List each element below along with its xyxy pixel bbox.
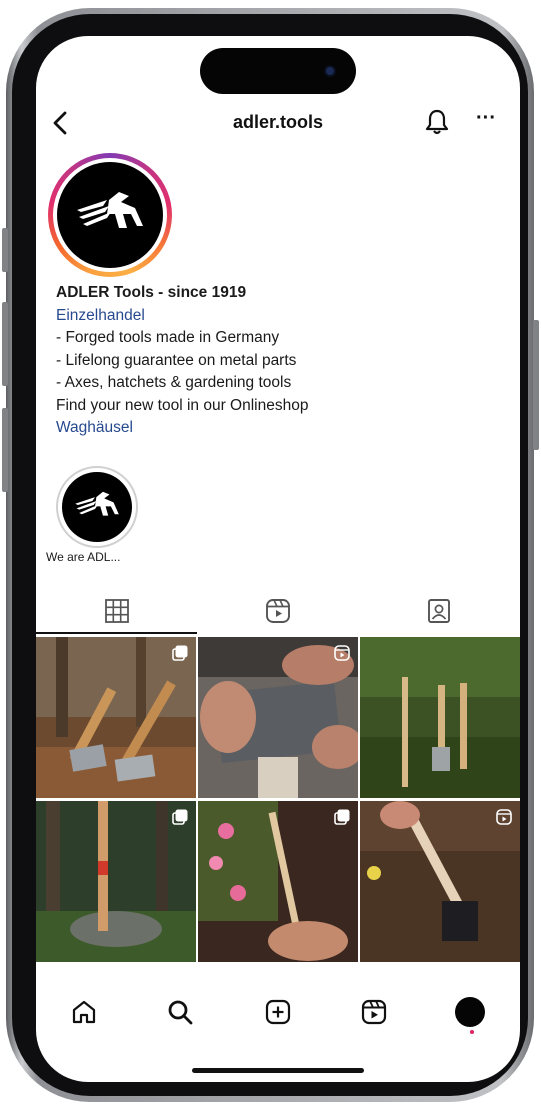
story-ring[interactable]	[48, 153, 172, 277]
post-tile[interactable]	[198, 637, 358, 798]
carousel-icon	[172, 645, 188, 661]
bio-line: - Forged tools made in Germany	[56, 329, 280, 346]
nav-search[interactable]	[158, 990, 202, 1034]
search-icon	[168, 1000, 193, 1025]
tab-posts-grid[interactable]	[36, 588, 197, 634]
posts-grid	[36, 637, 520, 963]
post-image	[360, 637, 520, 798]
post-image	[198, 637, 358, 798]
post-image	[36, 801, 196, 962]
active-tab-indicator	[36, 632, 197, 634]
nav-home[interactable]	[62, 990, 106, 1034]
reel-icon	[334, 645, 350, 661]
post-tile[interactable]	[360, 637, 520, 798]
grid-icon	[104, 599, 129, 623]
eagle-logo-icon	[77, 192, 143, 228]
story-highlight[interactable]	[56, 466, 138, 548]
reels-icon	[361, 999, 387, 1025]
bell-icon	[425, 109, 449, 135]
volume-up-button	[2, 302, 8, 386]
dynamic-island	[200, 48, 356, 94]
highlight-label: We are ADL...	[46, 550, 121, 564]
bio-line: Find your new tool in our Onlineshop	[56, 396, 309, 414]
tab-tagged[interactable]	[358, 588, 519, 634]
profile-header: adler.tools ···	[36, 102, 520, 146]
profile-tabs	[36, 588, 520, 634]
profile-location-link[interactable]: Waghäusel	[56, 417, 506, 440]
post-image	[36, 637, 196, 798]
power-button	[533, 320, 539, 450]
nav-profile[interactable]	[448, 990, 492, 1034]
reel-icon	[496, 809, 512, 825]
instagram-profile-screen: adler.tools ··· ADLER Tools - since 1919	[36, 36, 520, 1082]
eagle-logo-icon	[75, 491, 119, 516]
action-button	[2, 228, 8, 272]
bottom-navigation	[36, 982, 520, 1052]
carousel-icon	[334, 809, 350, 825]
post-tile[interactable]	[360, 801, 520, 962]
tagged-icon	[427, 599, 450, 623]
post-tile[interactable]	[36, 637, 196, 798]
home-icon	[72, 1000, 96, 1024]
reels-icon	[265, 599, 290, 623]
post-image	[360, 801, 520, 962]
volume-down-button	[2, 408, 8, 492]
profile-display-name: ADLER Tools - since 1919	[56, 284, 247, 301]
create-icon	[265, 999, 291, 1025]
camera-dot	[326, 67, 334, 75]
bio-line: - Axes, hatchets & gardening tools	[56, 374, 292, 391]
carousel-icon	[172, 809, 188, 825]
notifications-button[interactable]	[424, 108, 450, 136]
nav-reels[interactable]	[352, 990, 396, 1034]
bio-line: - Lifelong guarantee on metal parts	[56, 351, 297, 369]
tab-reels[interactable]	[197, 588, 358, 634]
profile-avatar	[57, 162, 163, 268]
post-tile[interactable]	[198, 801, 358, 962]
more-options-button[interactable]: ···	[472, 108, 500, 136]
nav-create[interactable]	[256, 990, 300, 1034]
profile-avatar-icon	[455, 997, 485, 1027]
post-image	[198, 801, 358, 962]
home-indicator[interactable]	[192, 1068, 364, 1073]
profile-category[interactable]: Einzelhandel	[56, 305, 506, 328]
highlight-cover	[62, 472, 132, 542]
profile-bio: ADLER Tools - since 1919 Einzelhandel - …	[56, 282, 506, 440]
notification-dot	[470, 1030, 474, 1034]
post-tile[interactable]	[36, 801, 196, 962]
